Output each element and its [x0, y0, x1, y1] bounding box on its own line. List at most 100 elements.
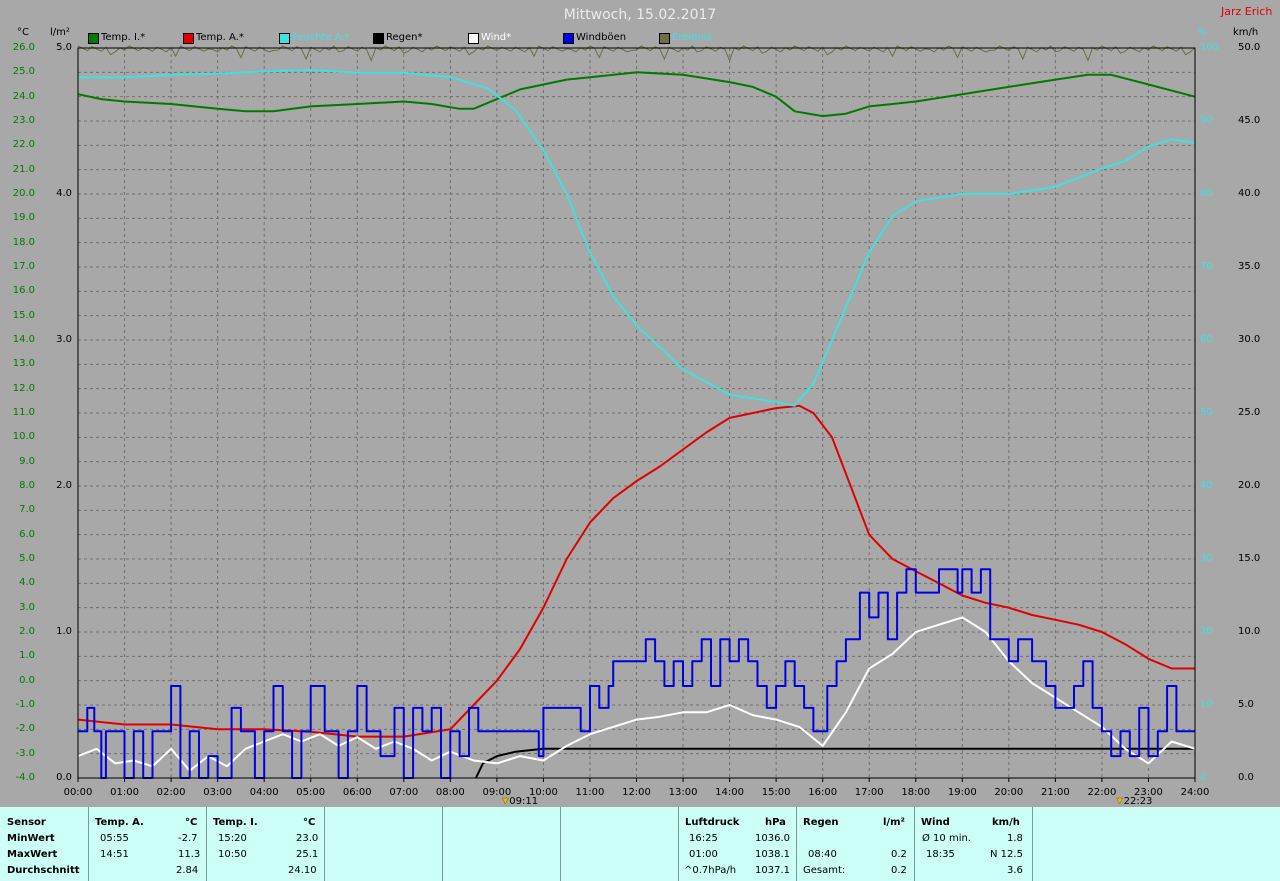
x-tick-label: 02:00: [156, 787, 186, 798]
x-tick-label: 08:00: [435, 787, 465, 798]
temp-tick-label: 13.0: [12, 358, 35, 370]
row-label-min: MinWert: [7, 833, 55, 844]
weather-chart: [77, 45, 1196, 805]
wind-avg-label: Ø 10 min.: [922, 833, 971, 844]
author-label: Jarz Erich: [1221, 5, 1273, 18]
series-wind-line: [77, 616, 1196, 772]
temp-a-header: Temp. A.: [95, 817, 144, 828]
temp-tick-label: 19.0: [12, 212, 35, 224]
temp-tick-label: 10.0: [12, 431, 35, 443]
temp-tick-label: 17.0: [12, 261, 35, 272]
rain-tick-label: 0.0: [56, 772, 72, 783]
temp-a-min-time: 05:55: [100, 833, 129, 844]
rain-tick-label: 3.0: [56, 334, 72, 345]
pressure-max-time: 01:00: [689, 849, 718, 860]
wind-tick-label: 25.0: [1238, 407, 1261, 418]
humidity-tick-label: 100: [1200, 42, 1220, 53]
x-tick-label: 00:00: [63, 787, 93, 798]
legend-label: Windböen: [576, 32, 627, 43]
x-tick-label: 20:00: [994, 787, 1024, 798]
rain-max-time: 08:40: [808, 849, 837, 860]
x-tick-label: 24:00: [1180, 787, 1210, 798]
temp-tick-label: 1.0: [19, 650, 35, 662]
pressure-max-value: 1038.1: [755, 849, 790, 860]
wind-tick-label: 35.0: [1238, 261, 1261, 272]
pressure-trend-value: 1037.1: [755, 865, 790, 876]
humidity-unit-label: %: [1197, 27, 1207, 38]
legend-swatch: [468, 33, 479, 44]
temp-tick-label: 21.0: [12, 163, 35, 175]
temp-i-average: 24.10: [288, 865, 317, 876]
temp-a-max-time: 14:51: [100, 849, 129, 860]
temp-tick-label: -3.0: [15, 747, 35, 759]
x-tick-label: 16:00: [808, 787, 838, 798]
temp-tick-label: -2.0: [15, 723, 35, 735]
humidity-tick-label: 20: [1200, 626, 1213, 637]
chart-grid: [77, 48, 1196, 782]
temp-tick-label: -4.0: [15, 772, 35, 783]
footer-divider: [678, 807, 679, 881]
wind-tick-label: 15.0: [1238, 553, 1261, 564]
temp-tick-label: 14.0: [12, 334, 35, 345]
humidity-tick-label: 80: [1200, 188, 1213, 199]
temp-tick-label: 4.0: [19, 577, 35, 589]
wind-tick-label: 10.0: [1238, 626, 1261, 637]
rain-tick-label: 1.0: [56, 626, 72, 637]
temp-tick-label: 16.0: [12, 285, 35, 297]
temp-tick-label: 2.0: [19, 626, 35, 637]
pressure-header: Luftdruck: [685, 817, 740, 828]
temp-i-max-value: 25.1: [296, 849, 319, 860]
rain-unit: l/m²: [883, 817, 905, 828]
x-tick-label: 03:00: [203, 787, 233, 798]
row-label-max: MaxWert: [7, 849, 58, 860]
temp-tick-label: 18.0: [12, 236, 35, 248]
temp-i-max-time: 10:50: [218, 849, 247, 860]
x-tick-label: 18:00: [901, 787, 931, 798]
temp-a-min-value: -2.7: [178, 833, 198, 844]
x-tick-label: 15:00: [761, 787, 791, 798]
wind-max-time: 18:35: [926, 849, 955, 860]
temp-tick-label: 11.0: [12, 407, 35, 418]
footer-divider: [560, 807, 561, 881]
row-label-avg: Durchschnitt: [7, 865, 80, 876]
footer-divider: [796, 807, 797, 881]
temp-tick-label: 20.0: [12, 188, 35, 199]
temp-tick-label: 6.0: [19, 528, 35, 540]
temp-i-min-value: 23.0: [296, 833, 319, 844]
temp-tick-label: 26.0: [12, 42, 35, 53]
wind-tick-label: 5.0: [1238, 699, 1254, 710]
temp-tick-label: 3.0: [19, 601, 35, 613]
legend-swatch: [373, 33, 384, 44]
wind-header: Wind: [921, 817, 950, 828]
humidity-tick-label: 60: [1200, 334, 1213, 345]
rain-tick-label: 5.0: [56, 42, 72, 53]
temp-tick-label: 22.0: [12, 139, 35, 151]
pressure-trend-label: ^0.7hPa/h: [684, 865, 737, 876]
x-tick-label: 09:00: [482, 787, 512, 798]
x-tick-label: 06:00: [342, 787, 372, 798]
x-tick-label: 22:00: [1087, 787, 1117, 798]
temp-unit-label: °C: [17, 27, 29, 38]
rain-max-value: 0.2: [891, 849, 907, 860]
x-tick-label: 19:00: [947, 787, 977, 798]
footer-divider: [324, 807, 325, 881]
footer-divider: [914, 807, 915, 881]
temp-a-unit: °C: [185, 817, 198, 828]
temp-tick-label: -1.0: [15, 699, 35, 710]
wind-tick-label: 30.0: [1238, 334, 1261, 345]
rain-tick-label: 4.0: [56, 188, 72, 199]
x-tick-label: 11:00: [575, 787, 605, 798]
rain-unit-label: l/m²: [50, 27, 70, 38]
humidity-tick-label: 40: [1200, 480, 1213, 491]
rain-header: Regen: [803, 817, 839, 828]
legend-swatch: [279, 33, 290, 44]
x-tick-label: 07:00: [389, 787, 419, 798]
wind-tick-label: 0.0: [1238, 772, 1254, 783]
rain-total-value: 0.2: [891, 865, 907, 876]
humidity-tick-label: 0: [1200, 772, 1207, 783]
humidity-tick-label: 30: [1200, 553, 1213, 564]
temp-tick-label: 5.0: [19, 553, 35, 564]
wind-tick-label: 50.0: [1238, 42, 1261, 53]
wind-tick-label: 20.0: [1238, 480, 1261, 491]
temp-i-unit: °C: [303, 817, 316, 828]
